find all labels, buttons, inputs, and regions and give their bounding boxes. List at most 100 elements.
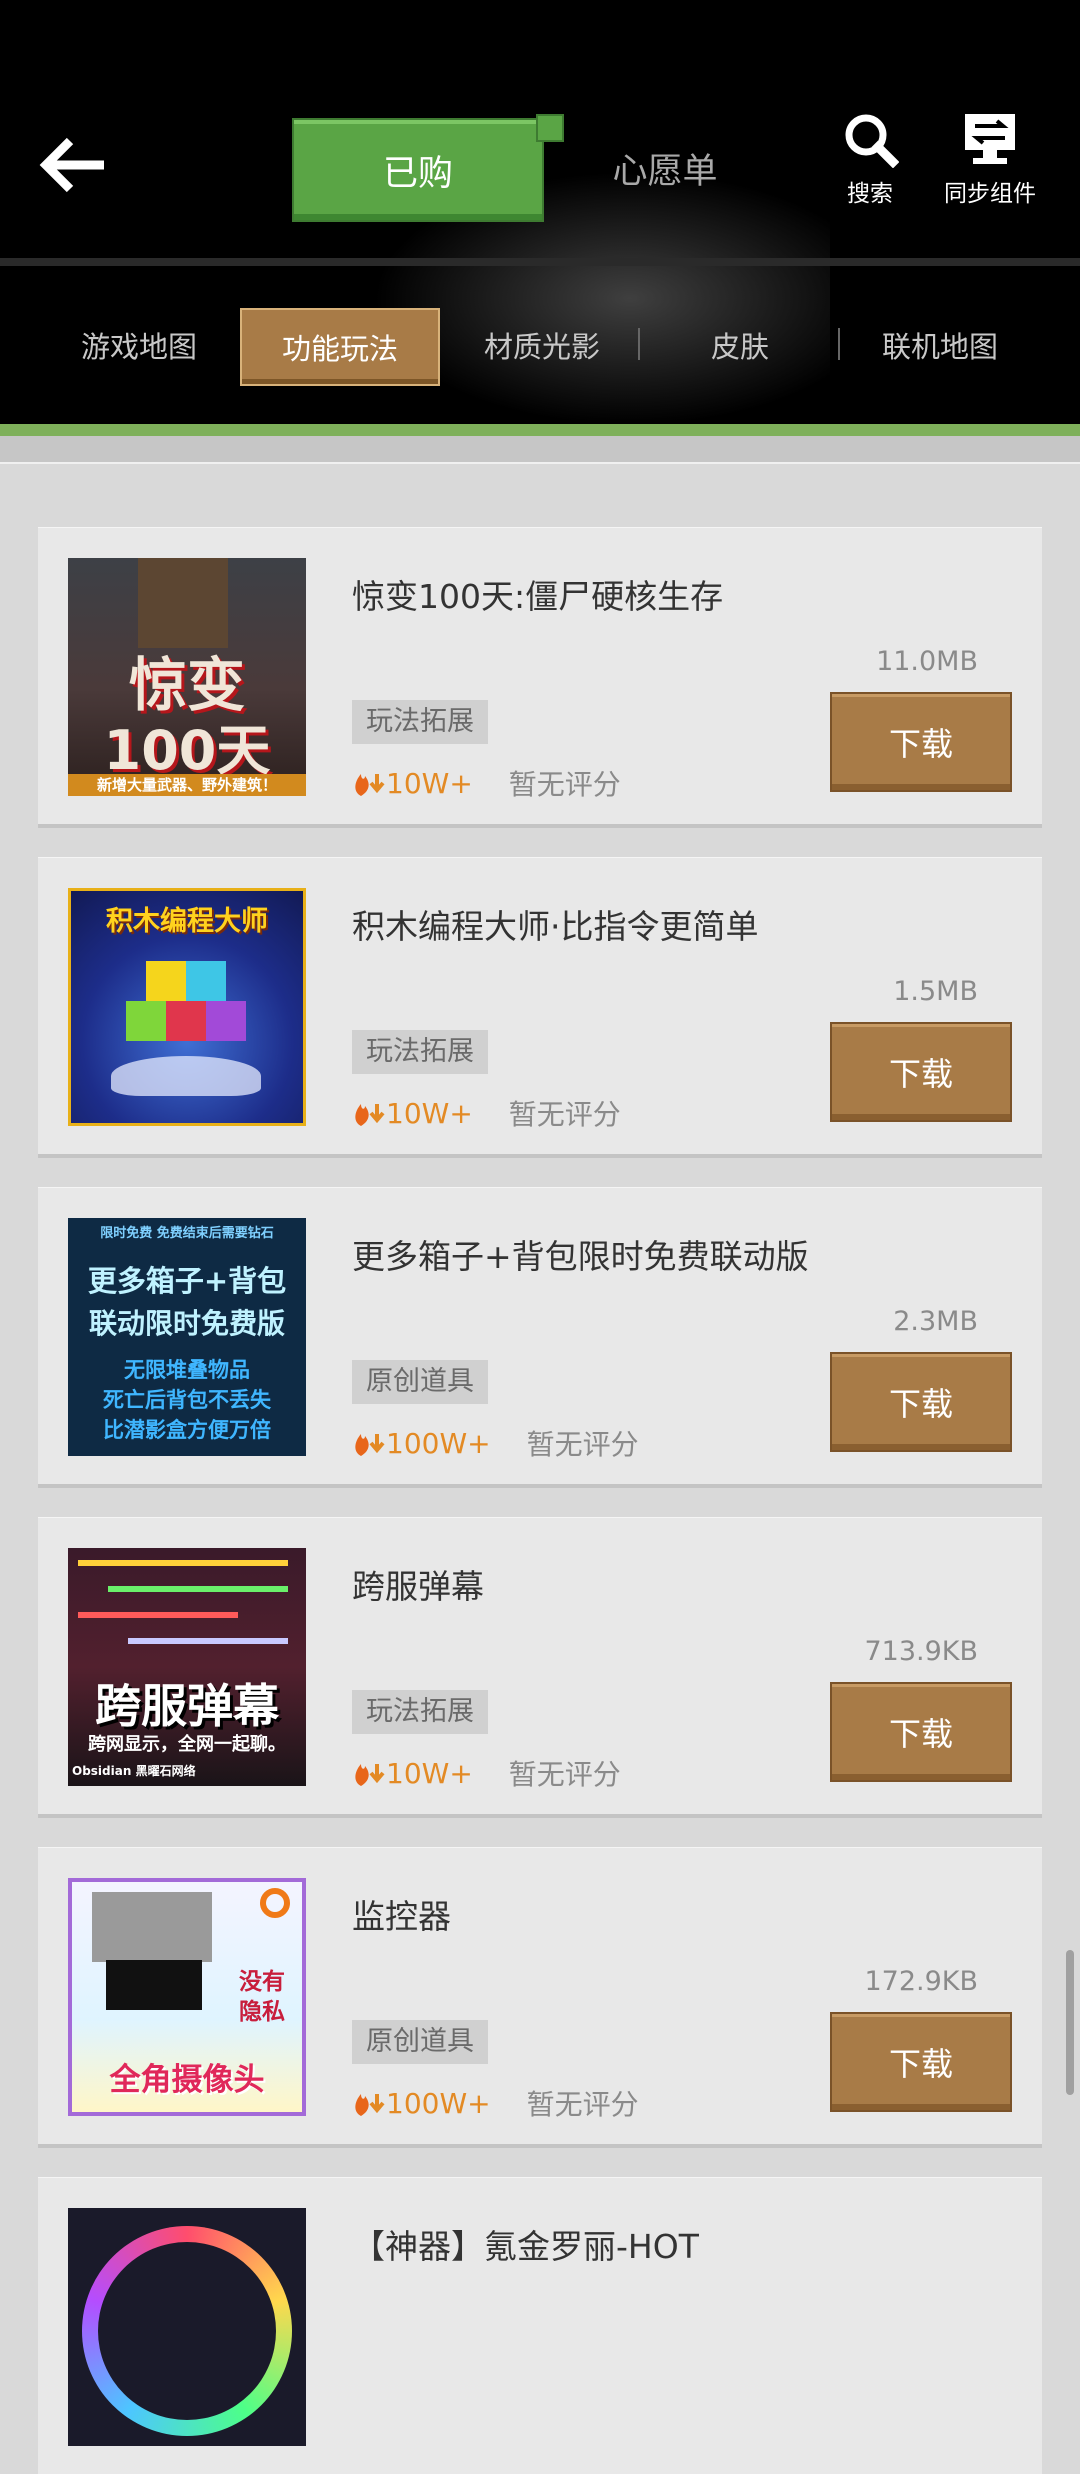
thumb-camera-body [92, 1892, 212, 1962]
item-tag: 玩法拓展 [352, 700, 488, 744]
thumb-text: 死亡后背包不丢失 [103, 1388, 271, 1412]
category-divider [638, 328, 640, 360]
category-label: 功能玩法 [281, 332, 398, 366]
fire-download-icon [355, 774, 385, 796]
header-green-bar [0, 424, 1080, 436]
thumb-danmaku-line [128, 1638, 288, 1644]
header-divider [0, 258, 1080, 266]
category-features[interactable]: 功能玩法 [240, 308, 440, 386]
thumb-zombie-head [138, 558, 228, 648]
item-title: 惊变100天:僵尸硬核生存 [352, 577, 724, 616]
thumb-block [166, 1001, 206, 1041]
category-tabs: 游戏地图 功能玩法 材质光影 皮肤 联机地图 [0, 300, 1080, 390]
thumb-danmaku-line [78, 1612, 238, 1618]
resource-card[interactable]: 惊变 100天 新增大量武器、野外建筑！ 惊变100天:僵尸硬核生存 11.0M… [38, 528, 1042, 824]
download-button-label: 下载 [888, 1715, 953, 1753]
category-label: 游戏地图 [80, 330, 197, 364]
header-grey-band [0, 436, 1080, 464]
thumb-camera-lens [106, 1960, 202, 2010]
top-header: 已购 心愿单 搜索 同步组件 游戏地图 功能玩法 材质光影 皮肤 联机地图 [0, 0, 1080, 425]
download-button[interactable]: 下载 [830, 1352, 1012, 1452]
item-size: 172.9KB [864, 1966, 978, 1997]
thumb-text: 跨网显示，全网一起聊。 [88, 1734, 286, 1755]
thumb-block [206, 1001, 246, 1041]
tab-corner-decoration [536, 114, 564, 142]
sync-button[interactable]: 同步组件 [935, 110, 1045, 208]
item-stats: 10W+ 暂无评分 [352, 763, 621, 803]
download-button[interactable]: 下载 [830, 692, 1012, 792]
search-icon [845, 114, 899, 168]
download-button-label: 下载 [888, 1055, 953, 1093]
download-count: 10W+ [386, 1756, 473, 1790]
resource-card[interactable]: 跨服弹幕 跨网显示，全网一起聊。 Obsidian 黑曜石网络 跨服弹幕 713… [38, 1518, 1042, 1814]
back-button[interactable] [38, 135, 108, 195]
item-size: 713.9KB [864, 1636, 978, 1667]
download-button[interactable]: 下载 [830, 1682, 1012, 1782]
thumb-text: 比潜影盒方便万倍 [103, 1418, 271, 1442]
thumb-danmaku-line [78, 1560, 288, 1566]
item-stats: 10W+ 暂无评分 [352, 1753, 621, 1793]
category-multiplayer-maps[interactable]: 联机地图 [860, 308, 1020, 382]
sync-label: 同步组件 [944, 181, 1036, 207]
thumb-text: 积木编程大师 [106, 906, 268, 937]
rating-text: 暂无评分 [526, 1428, 639, 1461]
thumb-hand [111, 1056, 261, 1096]
thumbnail-image: 惊变 100天 新增大量武器、野外建筑！ [68, 558, 306, 796]
thumb-text: 联动限时免费版 [88, 1307, 285, 1340]
download-button[interactable]: 下载 [830, 2012, 1012, 2112]
resource-card[interactable]: 没有 隐私 全角摄像头 监控器 172.9KB 原创道具 100W+ 暂无评分 … [38, 1848, 1042, 2144]
thumb-ring-inner [98, 2242, 276, 2420]
item-title: 监控器 [352, 1897, 451, 1936]
thumb-block [186, 961, 226, 1001]
thumb-text: 无限堆叠物品 [124, 1358, 250, 1382]
category-game-maps[interactable]: 游戏地图 [58, 308, 220, 382]
item-title: 跨服弹幕 [352, 1567, 484, 1606]
item-stats: 100W+ 暂无评分 [352, 1423, 639, 1463]
thumb-caption: Obsidian 黑曜石网络 [72, 1764, 196, 1778]
thumb-text: 更多箱子+背包 [87, 1264, 287, 1298]
thumb-text: 隐私 [239, 1999, 285, 2025]
thumb-text: 全角摄像头 [109, 2062, 265, 2098]
download-button-label: 下载 [888, 1385, 953, 1423]
thumbnail-image: 限时免费 免费结束后需要钻石 更多箱子+背包 联动限时免费版 无限堆叠物品 死亡… [68, 1218, 306, 1456]
item-tag: 原创道具 [352, 2020, 488, 2064]
category-label: 联机地图 [881, 330, 998, 364]
item-title: 积木编程大师·比指令更简单 [352, 907, 759, 946]
back-arrow-icon [39, 137, 104, 193]
category-label: 皮肤 [710, 330, 769, 364]
download-count: 10W+ [386, 1096, 473, 1130]
item-title: 【神器】氪金罗丽-HOT [352, 2227, 699, 2266]
sync-icon [965, 114, 1015, 164]
thumb-block [146, 961, 186, 1001]
category-divider [838, 328, 840, 360]
item-size: 11.0MB [876, 646, 978, 677]
fire-download-icon [355, 1434, 385, 1456]
category-label: 材质光影 [483, 330, 600, 364]
item-tag: 原创道具 [352, 1360, 488, 1404]
download-button-label: 下载 [888, 725, 953, 763]
thumbnail-image: 没有 隐私 全角摄像头 [68, 1878, 306, 2116]
thumb-text: 没有 [239, 1969, 285, 1995]
fire-download-icon [355, 1104, 385, 1126]
tab-wishlist[interactable]: 心愿单 [590, 118, 740, 218]
tab-wishlist-label: 心愿单 [612, 151, 718, 192]
category-textures-shaders[interactable]: 材质光影 [462, 308, 622, 382]
resource-card[interactable]: 限时免费 免费结束后需要钻石 更多箱子+背包 联动限时免费版 无限堆叠物品 死亡… [38, 1188, 1042, 1484]
category-skins[interactable]: 皮肤 [660, 308, 820, 382]
item-title: 更多箱子+背包限时免费联动版 [352, 1237, 809, 1276]
fire-download-icon [355, 1764, 385, 1786]
item-stats: 100W+ 暂无评分 [352, 2083, 639, 2123]
item-tag: 玩法拓展 [352, 1030, 488, 1074]
fire-download-icon [355, 2094, 385, 2116]
download-button[interactable]: 下载 [830, 1022, 1012, 1122]
tab-owned[interactable]: 已购 [292, 114, 564, 222]
resource-card[interactable]: 【神器】氪金罗丽-HOT [38, 2178, 1042, 2474]
search-button[interactable]: 搜索 [815, 110, 925, 208]
resource-card[interactable]: 积木编程大师 积木编程大师·比指令更简单 1.5MB 玩法拓展 10W+ 暂无评… [38, 858, 1042, 1154]
thumb-caption: 新增大量武器、野外建筑！ [68, 774, 306, 796]
item-stats: 10W+ 暂无评分 [352, 1093, 621, 1133]
thumbnail-image: 积木编程大师 [68, 888, 306, 1126]
scrollbar[interactable] [1066, 1950, 1074, 2095]
download-button-label: 下载 [888, 2045, 953, 2083]
item-size: 2.3MB [893, 1306, 978, 1337]
